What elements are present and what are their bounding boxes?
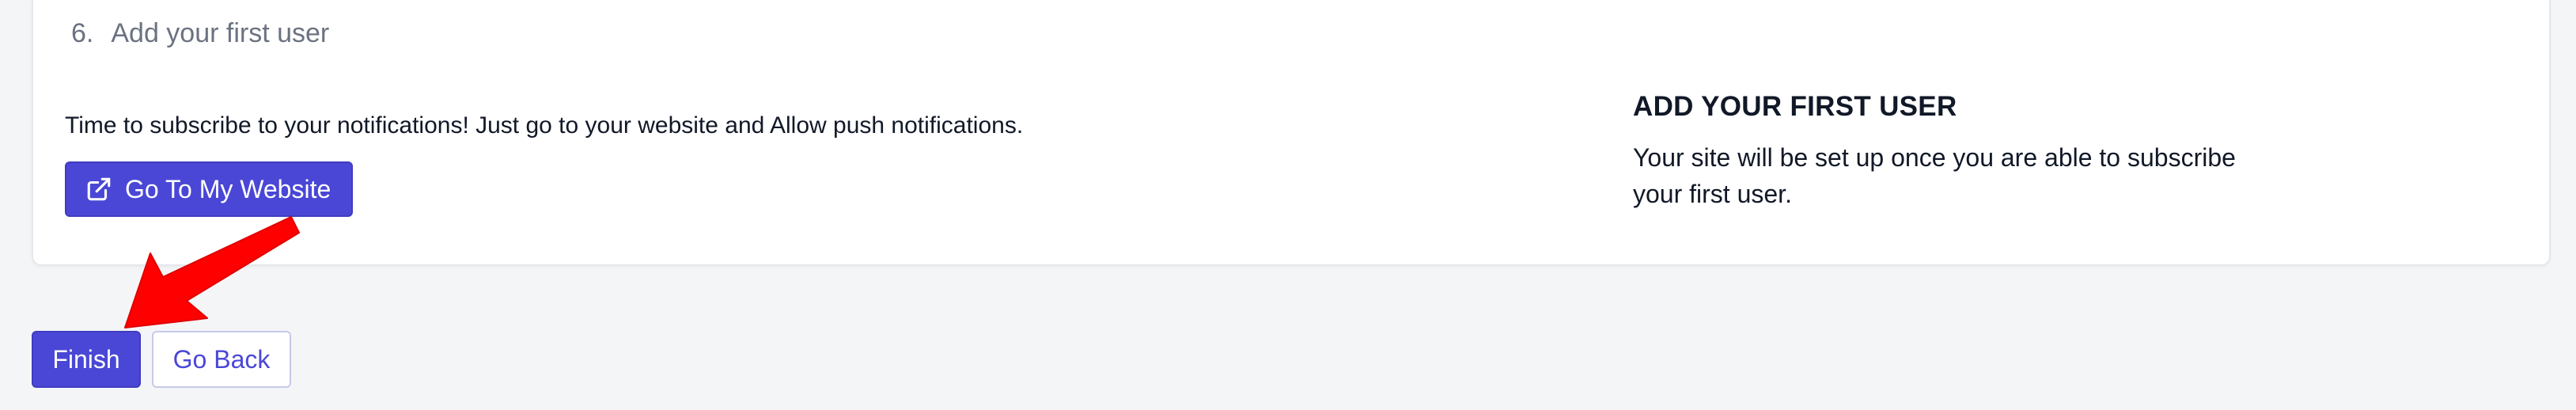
info-panel: ADD YOUR FIRST USER Your site will be se…: [1633, 87, 2282, 212]
instructions-panel: Time to subscribe to your notifications!…: [65, 108, 1024, 217]
go-to-website-label: Go To My Website: [125, 174, 331, 203]
external-link-icon: [85, 176, 112, 203]
step-header: 6. Add your first user: [71, 14, 329, 52]
info-heading: ADD YOUR FIRST USER: [1633, 91, 1957, 122]
step-number: 6.: [71, 18, 94, 48]
go-to-website-button[interactable]: Go To My Website: [65, 161, 353, 217]
finish-button[interactable]: Finish: [32, 331, 141, 388]
info-body-text: Your site will be set up once you are ab…: [1633, 143, 2236, 208]
notification-instruction-text: Time to subscribe to your notifications!…: [65, 112, 1024, 139]
onboarding-step-card: 6. Add your first user Time to subscribe…: [32, 0, 2551, 266]
go-back-button[interactable]: Go Back: [152, 331, 291, 388]
step-title: Add your first user: [111, 18, 330, 48]
